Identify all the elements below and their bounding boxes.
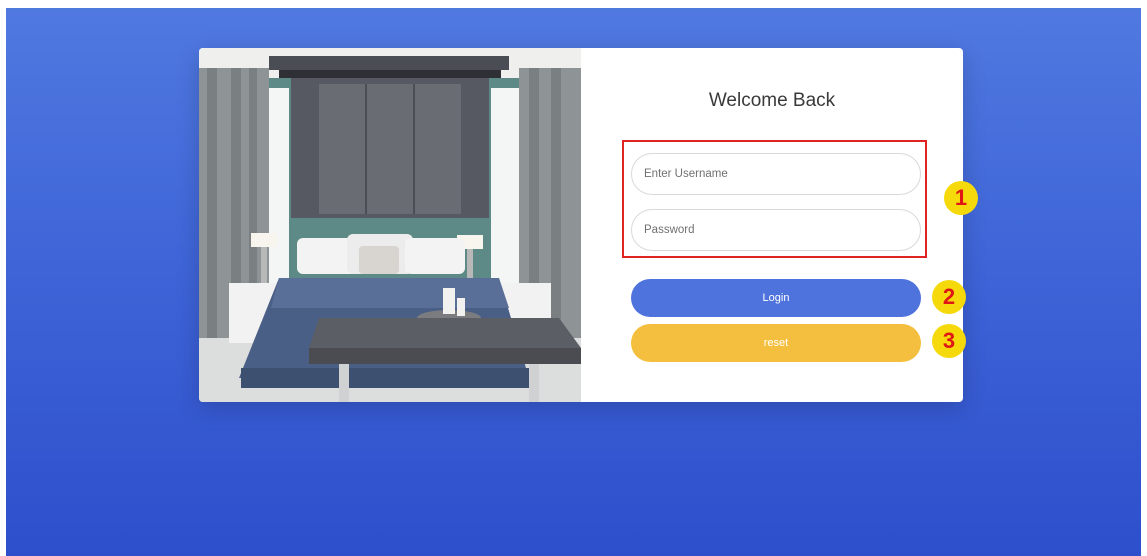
welcome-heading: Welcome Back <box>708 90 836 111</box>
annotation-badge-2: 2 <box>932 280 966 314</box>
reset-button[interactable]: reset <box>631 324 921 362</box>
annotation-badge-3: 3 <box>932 324 966 358</box>
login-button[interactable]: Login <box>631 279 921 317</box>
password-input[interactable] <box>631 209 921 251</box>
bedroom-photo <box>199 48 581 402</box>
annotation-badge-1: 1 <box>944 181 978 215</box>
username-input[interactable] <box>631 153 921 195</box>
